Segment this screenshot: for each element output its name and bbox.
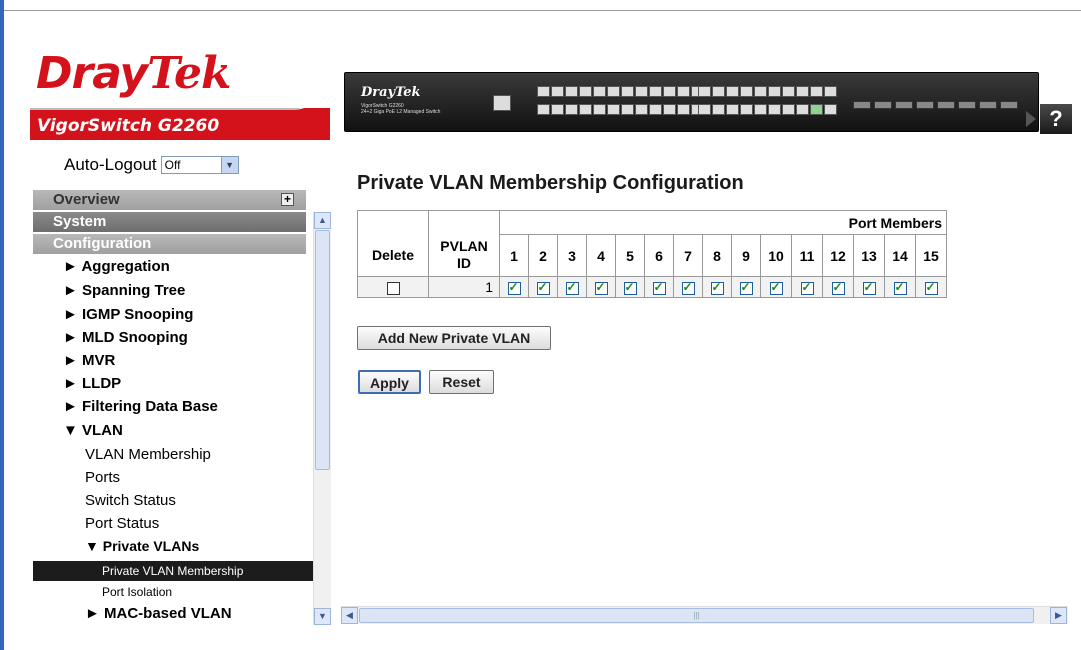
sidebar-item-port-isolation[interactable]: Port Isolation	[102, 585, 172, 599]
model-title: VigorSwitch G2260	[37, 116, 220, 136]
window-left-edge	[0, 0, 4, 650]
port-header: 12	[822, 234, 854, 277]
port-member-checkbox[interactable]	[769, 280, 783, 295]
main-scroll-thumb[interactable]: |||	[359, 608, 1034, 623]
port-member-checkbox[interactable]	[594, 280, 608, 295]
help-button[interactable]: ?	[1040, 104, 1072, 134]
port-header: 2	[528, 234, 558, 277]
port-header: 9	[731, 234, 761, 277]
port-member-checkbox[interactable]	[652, 280, 666, 295]
page-title: Private VLAN Membership Configuration	[357, 172, 744, 194]
delete-checkbox[interactable]	[386, 281, 400, 295]
port-member-checkbox[interactable]	[565, 280, 579, 295]
sidebar-item-spanning-tree[interactable]: ► Spanning Tree	[63, 282, 185, 299]
switch-front-panel: DrayTek VigorSwitch G2260 24+2 Giga PoE L…	[344, 72, 1039, 132]
sfp-ports	[853, 101, 1021, 109]
port-members-header: Port Members	[499, 210, 947, 235]
port-header: 8	[702, 234, 732, 277]
top-divider	[4, 10, 1081, 11]
port-header: 3	[557, 234, 587, 277]
port-header: 10	[760, 234, 792, 277]
sidebar-item-ports[interactable]: Ports	[85, 469, 120, 486]
auto-logout: Auto-Logout Off ▼	[64, 155, 239, 175]
scroll-left-icon[interactable]: ◀	[341, 607, 358, 624]
port-member-checkbox[interactable]	[623, 280, 637, 295]
sidebar-item-mld-snooping[interactable]: ► MLD Snooping	[63, 329, 188, 346]
apply-button[interactable]: Apply	[358, 370, 421, 394]
device-brand: DrayTek	[361, 85, 421, 100]
port-row-bottom-b	[698, 104, 838, 115]
port-member-checkbox[interactable]	[536, 280, 550, 295]
sidebar-item-igmp-snooping[interactable]: ► IGMP Snooping	[63, 306, 193, 323]
main-horizontal-scrollbar[interactable]: ◀ ||| ▶	[341, 606, 1068, 624]
port-header: 6	[644, 234, 674, 277]
pvlan-id-cell: 1	[428, 276, 500, 298]
port-member-checkbox[interactable]	[831, 280, 845, 295]
pvlan-id-header: PVLAN ID	[428, 234, 500, 277]
delete-cell	[357, 276, 429, 298]
port-member-checkbox[interactable]	[800, 280, 814, 295]
sidebar-item-switch-status[interactable]: Switch Status	[85, 492, 176, 509]
port-header: 14	[884, 234, 916, 277]
pvlan-table-container: Port Members Delete PVLAN ID 1 2 3 4 5 6 …	[357, 210, 1046, 306]
sidebar-scrollbar[interactable]: ▲ ▼	[313, 212, 331, 625]
device-model: VigorSwitch G2260 24+2 Giga PoE L2 Manage…	[361, 103, 441, 115]
pvlan-membership-table: Port Members Delete PVLAN ID 1 2 3 4 5 6 …	[357, 210, 947, 298]
scroll-up-icon[interactable]: ▲	[314, 212, 331, 229]
draytek-logo: DrayTek	[36, 48, 231, 99]
auto-logout-select[interactable]: Off ▼	[160, 156, 239, 174]
add-new-private-vlan-button[interactable]: Add New Private VLAN	[357, 326, 551, 350]
port-row-top-a	[537, 86, 705, 97]
header-spacer-delete	[357, 210, 429, 235]
sidebar-item-vlan-membership[interactable]: VLAN Membership	[85, 446, 211, 463]
nav-overview[interactable]: Overview +	[33, 190, 306, 210]
auto-logout-label: Auto-Logout	[64, 155, 157, 174]
sidebar-scroll-thumb[interactable]	[315, 230, 330, 470]
sidebar-item-aggregation[interactable]: ► Aggregation	[63, 258, 170, 275]
sidebar-item-vlan[interactable]: ▼ VLAN	[63, 422, 123, 439]
sidebar-item-lldp[interactable]: ► LLDP	[63, 375, 121, 392]
chevron-down-icon: ▼	[220, 157, 238, 173]
scroll-right-icon[interactable]: ▶	[1050, 607, 1067, 624]
sidebar-item-mac-based-vlan[interactable]: ► MAC-based VLAN	[85, 605, 232, 622]
sidebar-item-private-vlans[interactable]: ▼ Private VLANs	[85, 538, 199, 554]
sidebar-item-private-vlan-membership[interactable]: Private VLAN Membership	[102, 564, 243, 578]
port-header: 15	[915, 234, 947, 277]
port-row-bottom-a	[537, 104, 705, 115]
port-header: 11	[791, 234, 823, 277]
port-header: 7	[673, 234, 703, 277]
scroll-down-icon[interactable]: ▼	[314, 608, 331, 625]
port-header: 1	[499, 234, 529, 277]
nav-system[interactable]: System	[33, 212, 306, 232]
port-member-checkbox[interactable]	[862, 280, 876, 295]
port-member-checkbox[interactable]	[710, 280, 724, 295]
port-member-checkbox[interactable]	[739, 280, 753, 295]
play-arrow-icon	[1026, 111, 1036, 127]
sidebar-item-port-status[interactable]: Port Status	[85, 515, 159, 532]
delete-header: Delete	[357, 234, 429, 277]
port-header: 13	[853, 234, 885, 277]
sidebar-item-filtering-data-base[interactable]: ► Filtering Data Base	[63, 398, 218, 415]
port-header: 5	[615, 234, 645, 277]
port-header: 4	[586, 234, 616, 277]
reset-button[interactable]: Reset	[429, 370, 494, 394]
header-spacer-pvlan	[428, 210, 500, 235]
expand-plus-icon[interactable]: +	[281, 193, 294, 206]
port-member-checkbox[interactable]	[507, 280, 521, 295]
table-row: 1	[357, 276, 947, 298]
port-member-checkbox[interactable]	[924, 280, 938, 295]
port-member-checkbox[interactable]	[681, 280, 695, 295]
port-row-top-b	[698, 86, 838, 97]
console-port	[493, 95, 512, 111]
nav-configuration[interactable]: Configuration	[33, 234, 306, 254]
sidebar-item-mvr[interactable]: ► MVR	[63, 352, 115, 369]
port-member-checkbox[interactable]	[893, 280, 907, 295]
